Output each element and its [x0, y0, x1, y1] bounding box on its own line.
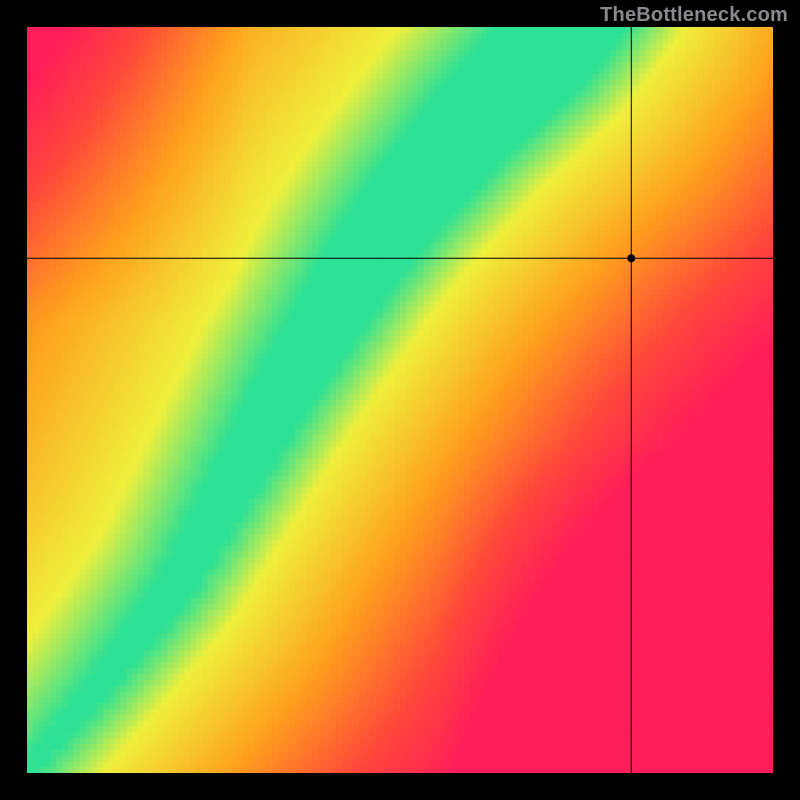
chart-container: TheBottleneck.com [0, 0, 800, 800]
bottleneck-heatmap [27, 27, 773, 773]
watermark-label: TheBottleneck.com [600, 4, 788, 27]
